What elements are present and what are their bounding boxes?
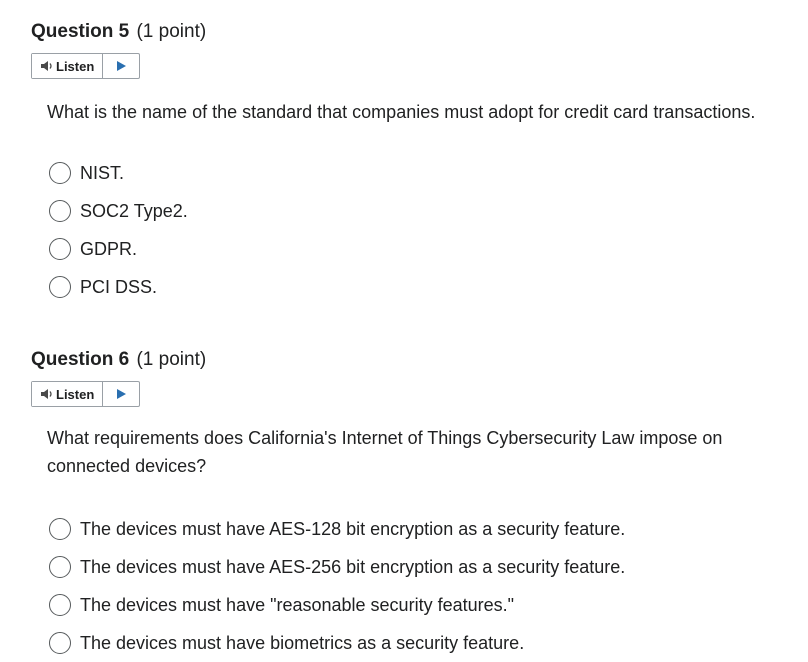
question-heading: Question 5 (1 point) — [31, 20, 791, 44]
play-icon — [117, 389, 127, 399]
answer-option[interactable]: The devices must have "reasonable securi… — [49, 586, 791, 624]
option-label: The devices must have biometrics as a se… — [80, 633, 525, 653]
answer-option[interactable]: GDPR. — [49, 230, 791, 268]
radio-button[interactable] — [49, 556, 71, 578]
radio-button[interactable] — [49, 200, 71, 222]
option-label: NIST. — [80, 163, 125, 183]
radio-button[interactable] — [49, 238, 71, 260]
listen-button[interactable]: Listen — [32, 54, 104, 78]
question-title: Question 5 — [31, 21, 130, 42]
question-heading: Question 6 (1 point) — [31, 348, 791, 372]
radio-button[interactable] — [49, 632, 71, 654]
speaker-icon — [41, 389, 52, 399]
play-button[interactable] — [103, 54, 139, 78]
question-text: What is the name of the standard that co… — [47, 102, 756, 122]
listen-control: Listen — [31, 53, 141, 79]
radio-button[interactable] — [49, 162, 71, 184]
answer-option[interactable]: NIST. — [49, 154, 791, 192]
option-label: The devices must have AES-128 bit encryp… — [80, 519, 626, 539]
answer-option[interactable]: The devices must have biometrics as a se… — [49, 624, 791, 662]
listen-control: Listen — [31, 381, 141, 407]
listen-label: Listen — [56, 386, 95, 402]
answer-options: The devices must have AES-128 bit encryp… — [49, 510, 791, 662]
option-label: The devices must have "reasonable securi… — [80, 595, 514, 615]
option-label: SOC2 Type2. — [80, 201, 188, 221]
speaker-icon — [41, 61, 52, 71]
question-6: Question 6 (1 point) Listen What require… — [31, 348, 791, 662]
option-label: GDPR. — [80, 239, 138, 259]
option-label: PCI DSS. — [80, 277, 158, 297]
play-button[interactable] — [103, 382, 139, 406]
answer-option[interactable]: The devices must have AES-128 bit encryp… — [49, 510, 791, 548]
question-title: Question 6 — [31, 349, 130, 370]
radio-button[interactable] — [49, 518, 71, 540]
radio-button[interactable] — [49, 276, 71, 298]
question-5: Question 5 (1 point) Listen What is the … — [31, 20, 791, 306]
answer-option[interactable]: The devices must have AES-256 bit encryp… — [49, 548, 791, 586]
option-label: The devices must have AES-256 bit encryp… — [80, 557, 626, 577]
question-points: (1 point) — [136, 21, 207, 42]
answer-option[interactable]: SOC2 Type2. — [49, 192, 791, 230]
answer-option[interactable]: PCI DSS. — [49, 268, 791, 306]
listen-label: Listen — [56, 58, 95, 74]
question-text: What requirements does California's Inte… — [47, 428, 723, 476]
answer-options: NIST. SOC2 Type2. GDPR. PCI DSS. — [49, 154, 791, 306]
listen-button[interactable]: Listen — [32, 382, 104, 406]
question-points: (1 point) — [136, 349, 207, 370]
radio-button[interactable] — [49, 594, 71, 616]
play-icon — [117, 61, 127, 71]
